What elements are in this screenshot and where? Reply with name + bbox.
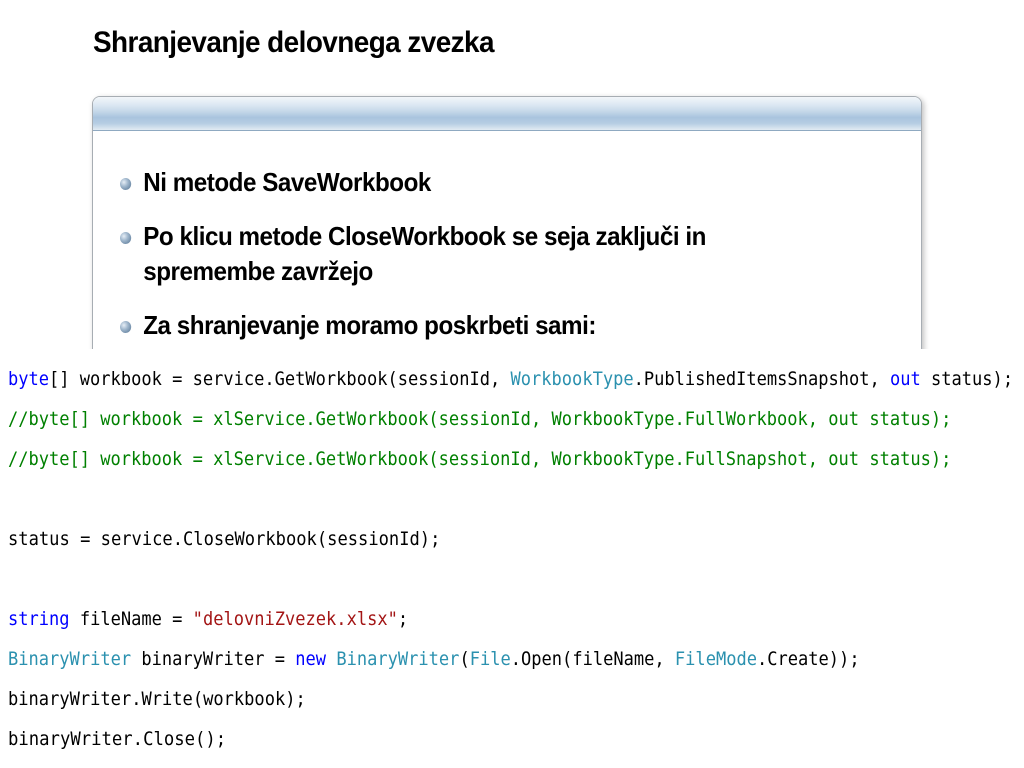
code-keyword: new — [295, 648, 327, 670]
code-string: "delovniZvezek.xlsx" — [192, 608, 398, 630]
code-line: BinaryWriter binaryWriter = new BinaryWr… — [8, 645, 860, 673]
code-text: status); — [920, 368, 1014, 390]
bullet-list: Ni metode SaveWorkbook Po klicu metode C… — [120, 165, 880, 362]
code-type: WorkbookType — [510, 368, 634, 390]
panel-header-bar — [93, 97, 921, 131]
code-comment-line: //byte[] workbook = xlService.GetWorkboo… — [8, 448, 952, 470]
bullet-panel: Ni metode SaveWorkbook Po klicu metode C… — [92, 96, 922, 363]
bullet-text: Po klicu metode CloseWorkbook se seja za… — [143, 221, 706, 286]
code-text: [] workbook = service.GetWorkbook(sessio… — [49, 368, 511, 390]
bullet-item: Ni metode SaveWorkbook — [120, 165, 827, 200]
code-text: .Open(fileName, — [510, 648, 675, 670]
bullet-item: Po klicu metode CloseWorkbook se seja za… — [120, 219, 827, 289]
code-line: string fileName = "delovniZvezek.xlsx"; — [8, 605, 408, 633]
code-text: fileName = — [69, 608, 193, 630]
code-keyword: byte — [8, 368, 50, 390]
code-block: byte[] workbook = service.GetWorkbook(se… — [0, 349, 1024, 768]
code-type: FileMode — [674, 648, 757, 670]
code-comment-line: //byte[] workbook = xlService.GetWorkboo… — [8, 408, 952, 430]
code-line: binaryWriter.Write(workbook); — [8, 688, 306, 710]
code-text: binaryWriter = — [131, 648, 296, 670]
code-line: byte[] workbook = service.GetWorkbook(se… — [8, 365, 1013, 393]
code-keyword: string — [8, 608, 70, 630]
bullet-text: Ni metode SaveWorkbook — [143, 167, 431, 197]
code-text: ( — [459, 648, 470, 670]
code-type: BinaryWriter — [336, 648, 460, 670]
code-type: File — [469, 648, 511, 670]
bullet-sphere-icon — [120, 178, 132, 190]
bullet-sphere-icon — [120, 321, 132, 333]
code-line: binaryWriter.Close(); — [8, 728, 227, 750]
slide-title: Shranjevanje delovnega zvezka — [93, 26, 495, 59]
code-text: .Create)); — [756, 648, 860, 670]
code-text: ; — [397, 608, 409, 630]
code-line: status = service.CloseWorkbook(sessionId… — [8, 528, 441, 550]
code-type: BinaryWriter — [8, 648, 132, 670]
bullet-sphere-icon — [120, 232, 132, 244]
bullet-item: Za shranjevanje moramo poskrbeti sami: — [120, 308, 827, 343]
code-text: .PublishedItemsSnapshot, — [633, 368, 890, 390]
bullet-text: Za shranjevanje moramo poskrbeti sami: — [143, 310, 596, 340]
code-keyword: out — [889, 368, 921, 390]
